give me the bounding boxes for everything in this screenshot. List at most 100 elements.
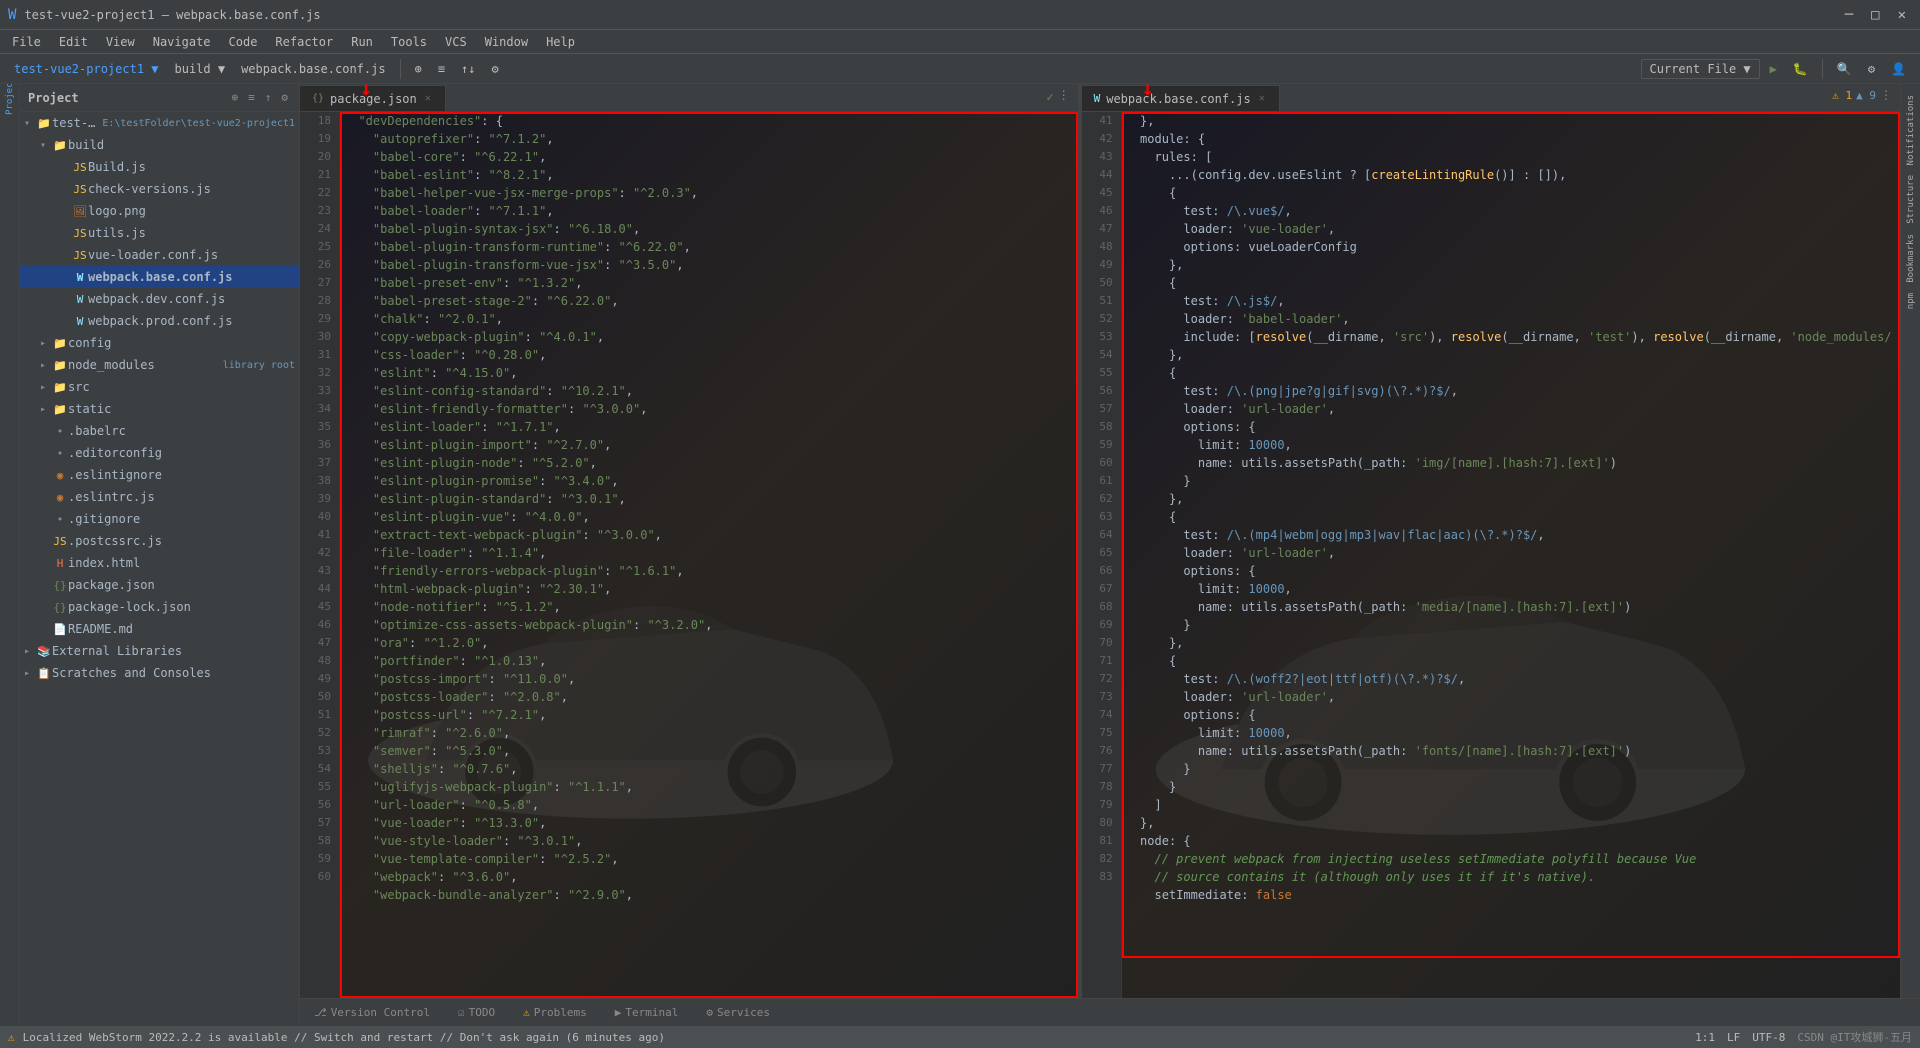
left-code-content[interactable]: "devDependencies": { "autoprefixer": "^7…	[340, 112, 1078, 998]
code-line-400: "eslint-plugin-vue": "^4.0.0",	[344, 508, 1074, 526]
sidebar-item-config[interactable]: ▸ 📁 config	[20, 332, 299, 354]
tab-terminal[interactable]: ▶ Terminal	[609, 1002, 685, 1023]
sidebar-item-readme[interactable]: 📄 README.md	[20, 618, 299, 640]
r-gutter-60: 60	[1082, 454, 1121, 472]
code-line-32: "eslint": "^4.15.0",	[344, 364, 1074, 382]
sidebar-item-logo[interactable]: 🖼 logo.png	[20, 200, 299, 222]
sidebar-item-postcssrc[interactable]: JS .postcssrc.js	[20, 530, 299, 552]
r-code-83: // source contains it (although only use…	[1126, 868, 1896, 886]
sidebar-item-gitignore[interactable]: • .gitignore	[20, 508, 299, 530]
menu-edit[interactable]: Edit	[51, 33, 96, 51]
sidebar-item-extlibs[interactable]: ▸ 📚 External Libraries	[20, 640, 299, 662]
structure-icon[interactable]: Structure	[1903, 172, 1919, 227]
menu-navigate[interactable]: Navigate	[145, 33, 219, 51]
gutter-line-47: 47	[300, 634, 339, 652]
sidebar-item-root[interactable]: ▾ 📁 test-vue2-project1 E:\testFolder\tes…	[20, 112, 299, 134]
file-breadcrumb[interactable]: webpack.base.conf.js	[235, 60, 392, 78]
left-pane-gear-icon[interactable]: ⋮	[1058, 88, 1070, 102]
tab-todo[interactable]: ☑ TODO	[452, 1002, 501, 1023]
menu-window[interactable]: Window	[477, 33, 536, 51]
right-code-content[interactable]: }, module: { rules: [ ...(config.dev.use…	[1122, 112, 1900, 998]
r-gutter-50: 50	[1082, 274, 1121, 292]
tab-services[interactable]: ⚙ Services	[700, 1002, 776, 1023]
gutter-line-45: 45	[300, 598, 339, 616]
menu-run[interactable]: Run	[343, 33, 381, 51]
tab-problems[interactable]: ⚠ Problems	[517, 1002, 593, 1023]
bookmarks-icon[interactable]: Bookmarks	[1903, 231, 1919, 286]
settings-button[interactable]: ⚙	[1862, 60, 1881, 78]
menu-view[interactable]: View	[98, 33, 143, 51]
right-tab-webpackbase[interactable]: W webpack.base.conf.js ✕	[1082, 85, 1280, 111]
project-tool-icon[interactable]: Project	[1, 88, 19, 104]
sidebar-item-packagejson[interactable]: {} package.json	[20, 574, 299, 596]
project-dropdown[interactable]: test-vue2-project1 ▼	[8, 60, 165, 78]
run-button[interactable]: ▶	[1764, 60, 1783, 78]
left-tab-packagejson[interactable]: {} package.json ✕	[300, 85, 446, 111]
sidebar-item-indexhtml[interactable]: H index.html	[20, 552, 299, 574]
run-config-dropdown[interactable]: Current File ▼	[1641, 59, 1760, 79]
sidebar-item-buildjs[interactable]: JS Build.js	[20, 156, 299, 178]
services-icon: ⚙	[706, 1006, 713, 1019]
right-pane-more-icon[interactable]: ⋮	[1880, 88, 1892, 102]
sidebar-item-babelrc[interactable]: • .babelrc	[20, 420, 299, 442]
menu-refactor[interactable]: Refactor	[267, 33, 341, 51]
notifications-icon[interactable]: Notifications	[1903, 92, 1919, 168]
toolbar-btn-4[interactable]: ⚙	[486, 60, 505, 78]
sidebar-item-nodemodules[interactable]: ▸ 📁 node_modules library root	[20, 354, 299, 376]
menu-vcs[interactable]: VCS	[437, 33, 475, 51]
sidebar-item-webpackbase[interactable]: W webpack.base.conf.js	[20, 266, 299, 288]
tab-version-control[interactable]: ⎇ Version Control	[308, 1002, 436, 1023]
status-message[interactable]: Localized WebStorm 2022.2.2 is available…	[23, 1031, 665, 1044]
toolbar-btn-2[interactable]: ≡	[432, 60, 451, 78]
sidebar-item-editorconfig[interactable]: • .editorconfig	[20, 442, 299, 464]
webpackprod-label: webpack.prod.conf.js	[88, 314, 295, 328]
sidebar-item-utils[interactable]: JS utils.js	[20, 222, 299, 244]
r-gutter-42: 42	[1082, 130, 1121, 148]
file-icon-gitignore: •	[52, 513, 68, 526]
user-button[interactable]: 👤	[1885, 60, 1912, 78]
sidebar-item-build[interactable]: ▾ 📁 build	[20, 134, 299, 156]
build-dropdown[interactable]: build ▼	[169, 60, 232, 78]
sidebar-item-static[interactable]: ▸ 📁 static	[20, 398, 299, 420]
line-ending-display[interactable]: LF	[1727, 1031, 1740, 1044]
npm-icon[interactable]: npm	[1903, 290, 1919, 312]
encoding-display[interactable]: UTF-8	[1752, 1031, 1785, 1044]
sidebar-icon-4[interactable]: ⚙	[278, 90, 291, 105]
sidebar-item-eslintignore[interactable]: ◉ .eslintignore	[20, 464, 299, 486]
maximize-button[interactable]: □	[1865, 5, 1885, 25]
gutter-line-25: 25	[300, 238, 339, 256]
buildjs-label: Build.js	[88, 160, 295, 174]
tab-close-webpackbase[interactable]: ✕	[1257, 92, 1267, 105]
minimize-button[interactable]: ─	[1839, 5, 1859, 25]
toolbar-btn-1[interactable]: ⊕	[409, 60, 428, 78]
sidebar-icon-3[interactable]: ↑	[262, 90, 275, 105]
sidebar-icon-1[interactable]: ⊕	[229, 90, 242, 105]
menu-code[interactable]: Code	[221, 33, 266, 51]
gutter-line-21: 21	[300, 166, 339, 184]
r-code-58: options: {	[1126, 418, 1896, 436]
sidebar-icon-2[interactable]: ≡	[245, 90, 258, 105]
sidebar-item-checkversions[interactable]: JS check-versions.js	[20, 178, 299, 200]
gutter-line-23: 23	[300, 202, 339, 220]
left-pane-more[interactable]: ⋮	[1058, 88, 1070, 102]
vueloader-label: vue-loader.conf.js	[88, 248, 295, 262]
menu-tools[interactable]: Tools	[383, 33, 435, 51]
debug-button[interactable]: 🐛	[1787, 60, 1814, 78]
problems-label: Problems	[534, 1006, 587, 1019]
sidebar-item-webpackdev[interactable]: W webpack.dev.conf.js	[20, 288, 299, 310]
toolbar-btn-3[interactable]: ↑↓	[455, 60, 481, 78]
close-button[interactable]: ✕	[1892, 5, 1912, 25]
sidebar-item-src[interactable]: ▸ 📁 src	[20, 376, 299, 398]
sidebar-item-webpackprod[interactable]: W webpack.prod.conf.js	[20, 310, 299, 332]
menu-file[interactable]: File	[4, 33, 49, 51]
tab-close-packagejson[interactable]: ✕	[423, 92, 433, 105]
code-line-41: "extract-text-webpack-plugin": "^3.0.0",	[344, 526, 1074, 544]
sidebar-item-vueloader[interactable]: JS vue-loader.conf.js	[20, 244, 299, 266]
search-everywhere-button[interactable]: 🔍	[1831, 60, 1858, 78]
r-gutter-82: 82	[1082, 850, 1121, 868]
menu-help[interactable]: Help	[538, 33, 583, 51]
sidebar-item-packagelockjson[interactable]: {} package-lock.json	[20, 596, 299, 618]
sidebar-item-eslintrc[interactable]: ◉ .eslintrc.js	[20, 486, 299, 508]
sidebar-tree: ▾ 📁 test-vue2-project1 E:\testFolder\tes…	[20, 112, 299, 1026]
sidebar-item-scratches[interactable]: ▸ 📋 Scratches and Consoles	[20, 662, 299, 684]
